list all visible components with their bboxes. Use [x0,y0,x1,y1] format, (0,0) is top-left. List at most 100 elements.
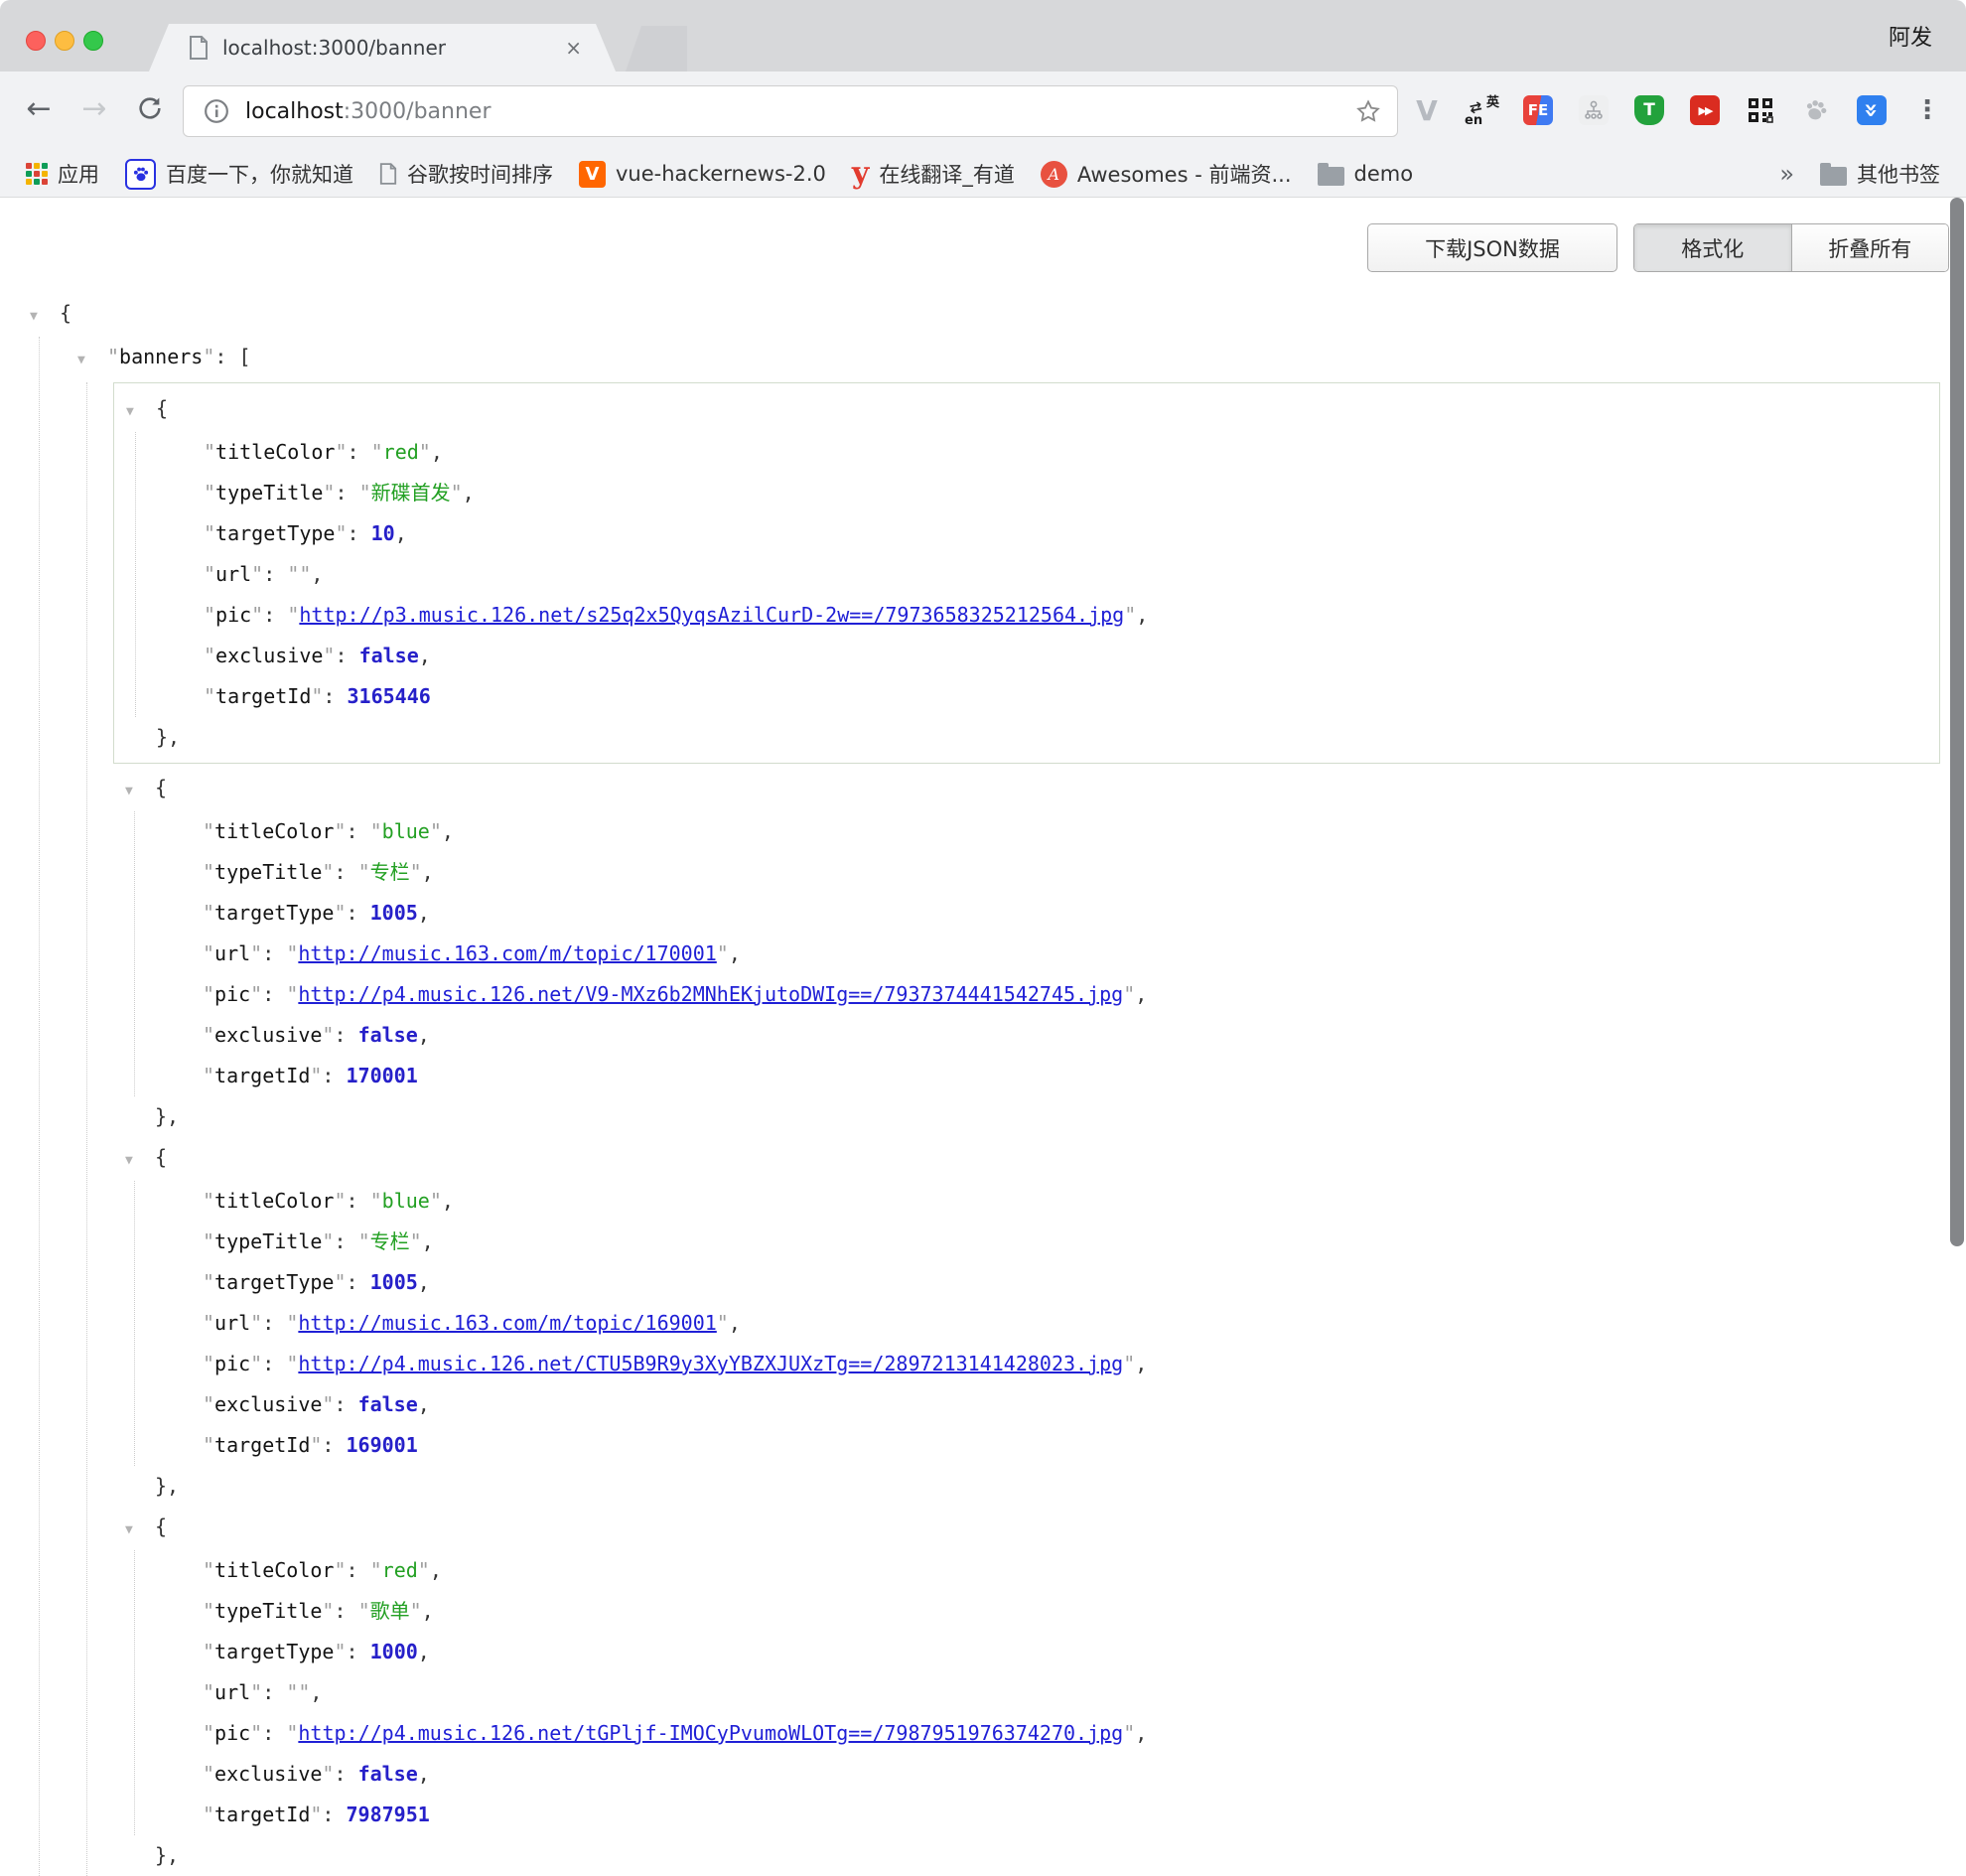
zoom-window-button[interactable] [83,31,103,51]
minimize-window-button[interactable] [55,31,74,51]
json-line: "targetId": 170001 [173,1056,1940,1096]
sitemap-extension-icon[interactable] [1573,89,1615,131]
new-tab-button[interactable] [626,26,687,72]
comma: , [729,941,741,965]
page-icon [379,162,397,186]
quote: " [311,684,323,708]
vertical-scrollbar-thumb[interactable] [1950,198,1964,1246]
bookmark-label: 应用 [58,159,99,189]
qr-code-icon[interactable] [1740,89,1781,131]
format-button[interactable]: 格式化 [1634,224,1791,271]
expand-triangle-icon[interactable]: ▼ [30,296,60,337]
tab-close-icon[interactable]: × [565,38,582,58]
youdao-icon: y [852,161,869,187]
quote: " [203,1270,214,1294]
json-link[interactable]: http://music.163.com/m/topic/169001 [298,1311,716,1335]
vue-hn-icon: V [579,161,606,188]
json-line: "targetId": 169001 [173,1425,1940,1466]
quote: " [286,1311,298,1335]
quote: " [418,1558,430,1582]
quote: " [717,1311,729,1335]
tampermonkey-shield-icon[interactable]: T [1628,89,1670,131]
close-window-button[interactable] [26,31,46,51]
quote: " [358,860,370,884]
info-icon[interactable] [204,98,229,124]
json-line: "typeTitle": "歌单", [173,1591,1940,1632]
json-key: url [214,1311,250,1335]
bookmark-apps[interactable]: 应用 [26,159,99,189]
colon: : [347,819,370,843]
download-json-button[interactable]: 下载JSON数据 [1367,223,1617,272]
paw-extension-icon[interactable] [1795,89,1837,131]
colon: : [348,521,371,545]
collapse-all-button[interactable]: 折叠所有 [1791,224,1949,271]
vue-devtools-icon[interactable]: V [1406,89,1448,131]
json-line: "pic": "http://p4.music.126.net/CTU5B9R9… [173,1344,1940,1384]
bookmark-vue-hackernews[interactable]: V vue-hackernews-2.0 [579,161,826,188]
json-link[interactable]: http://p4.music.126.net/CTU5B9R9y3XyYBZX… [298,1352,1123,1375]
profile-name[interactable]: 阿发 [1889,20,1932,52]
json-string: 专栏 [370,1229,410,1253]
comma: , [1135,1721,1147,1745]
expand-triangle-icon[interactable]: ▼ [125,771,155,811]
bookmark-baidu[interactable]: 百度一下，你就知道 [125,159,353,190]
bookmark-other-folder[interactable]: 其他书签 [1820,159,1940,189]
json-line: ▼{ [125,1137,1940,1181]
expand-triangle-icon[interactable]: ▼ [126,391,156,432]
bookmarks-overflow-chevron[interactable]: » [1779,160,1794,188]
json-link[interactable]: http://music.163.com/m/topic/170001 [298,941,716,965]
page-content: 下载JSON数据 格式化 折叠所有 ▼{▼"banners": [▼{"titl… [0,198,1966,1742]
colon: : [347,1270,370,1294]
bookmark-star-icon[interactable] [1355,98,1381,124]
bookmark-google-sort[interactable]: 谷歌按时间排序 [379,159,553,189]
expand-triangle-icon[interactable]: ▼ [125,1140,155,1181]
bookmark-awesomes[interactable]: A Awesomes - 前端资... [1041,159,1292,189]
colon: : [347,1558,370,1582]
comma: , [311,562,323,586]
comma: , [418,901,430,925]
back-button[interactable]: ← [16,85,62,131]
quote: " [203,345,214,368]
json-tree: ▼{▼"banners": [▼{"titleColor": "red","ty… [0,293,1940,1876]
browser-tab[interactable]: localhost:3000/banner × [149,24,616,72]
chrome-menu-icon[interactable]: ⋮ [1906,89,1948,131]
json-link[interactable]: http://p4.music.126.net/tGPljf-IMOCyPvum… [298,1721,1123,1745]
json-link[interactable]: http://p3.music.126.net/s25q2x5QyqsAzilC… [299,603,1124,627]
json-number: 1005 [370,901,418,925]
colon: : [262,941,286,965]
json-line: "titleColor": "blue", [173,1181,1940,1222]
colon: : [322,1803,346,1826]
expand-triangle-icon[interactable]: ▼ [77,340,107,380]
quote: " [287,562,299,586]
url-text[interactable]: localhost:3000/banner [245,99,492,124]
json-key: pic [214,1352,250,1375]
fast-forward-extension-icon[interactable]: ▶▶ [1684,89,1726,131]
comma: , [418,1270,430,1294]
download-helper-icon[interactable]: » [1851,89,1893,131]
colon: : [334,1023,357,1047]
json-line: "pic": "http://p4.music.126.net/V9-MXz6b… [173,974,1940,1015]
json-link[interactable]: http://p4.music.126.net/V9-MXz6b2MNhEKju… [298,982,1123,1006]
reload-button[interactable] [127,85,173,131]
json-number: false [358,1762,418,1786]
colon: : [263,603,287,627]
fe-extension-icon[interactable]: FE [1517,89,1559,131]
quote: " [334,1640,346,1663]
quote: " [204,440,215,464]
bookmark-label: 其他书签 [1857,159,1940,189]
json-line: "targetId": 7987951 [173,1795,1940,1835]
browser-toolbar: ← → localhost:3000/banner V 英 ⇄ en FE [0,72,1966,151]
colon: : [262,1311,286,1335]
address-bar[interactable]: localhost:3000/banner [183,85,1398,137]
bookmark-youdao[interactable]: y 在线翻译_有道 [852,159,1015,189]
json-number: 3165446 [348,684,431,708]
colon: : [262,1680,286,1704]
json-key: pic [215,603,251,627]
colon: : [323,684,347,708]
comma: , [418,1762,430,1786]
quote: " [204,603,215,627]
translate-icon[interactable]: 英 ⇄ en [1462,89,1503,131]
bookmark-folder-demo[interactable]: demo [1318,162,1414,186]
quote: " [204,684,215,708]
expand-triangle-icon[interactable]: ▼ [125,1510,155,1550]
